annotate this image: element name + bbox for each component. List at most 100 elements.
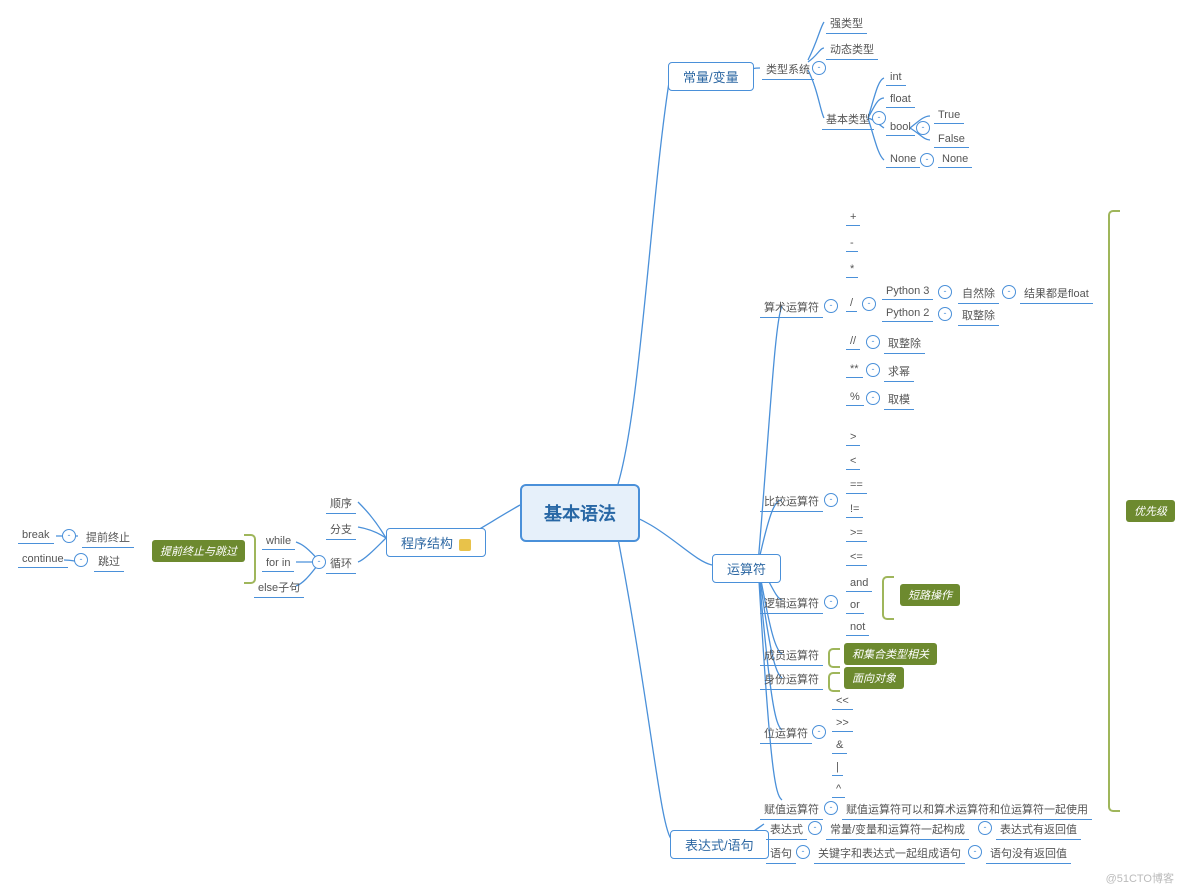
toggle-icon[interactable]: - <box>1002 285 1016 299</box>
toggle-icon[interactable]: - <box>920 153 934 167</box>
node-minus[interactable]: - <box>846 236 858 252</box>
node-floordiv-r[interactable]: 取整除 <box>884 334 925 354</box>
node-and[interactable]: and <box>846 576 872 592</box>
node-member[interactable]: 成员运算符 <box>760 646 823 666</box>
node-break-note[interactable]: 提前终止 <box>82 528 134 548</box>
node-pow[interactable]: ** <box>846 362 863 378</box>
node-py2-floor[interactable]: 取整除 <box>958 306 999 326</box>
node-plus[interactable]: + <box>846 210 860 226</box>
toggle-icon[interactable]: - <box>866 391 880 405</box>
node-pow-r[interactable]: 求幂 <box>884 362 914 382</box>
node-dynamic-type[interactable]: 动态类型 <box>826 40 878 60</box>
node-elsec[interactable]: else子句 <box>254 578 304 598</box>
node-bor[interactable]: | <box>832 760 843 776</box>
node-program-structure[interactable]: 程序结构 <box>386 528 486 557</box>
node-none-2[interactable]: None <box>938 152 972 168</box>
node-true[interactable]: True <box>934 108 964 124</box>
node-break[interactable]: break <box>18 528 54 544</box>
node-stmt-make[interactable]: 关键字和表达式一起组成语句 <box>814 844 965 864</box>
toggle-icon[interactable]: - <box>824 595 838 609</box>
toggle-icon[interactable]: - <box>808 821 822 835</box>
node-eq[interactable]: == <box>846 478 867 494</box>
node-loop[interactable]: 循环 <box>326 554 356 574</box>
node-false[interactable]: False <box>934 132 969 148</box>
node-logic[interactable]: 逻辑运算符 <box>760 594 823 614</box>
toggle-icon[interactable]: - <box>916 121 930 135</box>
toggle-icon[interactable]: - <box>872 111 886 125</box>
toggle-icon[interactable]: - <box>312 555 326 569</box>
node-py2[interactable]: Python 2 <box>882 306 933 322</box>
mindmap-connectors <box>0 0 1184 890</box>
node-mod-r[interactable]: 取模 <box>884 390 914 410</box>
node-int[interactable]: int <box>886 70 906 86</box>
node-bxor[interactable]: ^ <box>832 782 845 798</box>
node-ident[interactable]: 身份运算符 <box>760 670 823 690</box>
node-assign-note[interactable]: 赋值运算符可以和算术运算符和位运算符一起使用 <box>842 800 1092 820</box>
node-stmt[interactable]: 语句 <box>766 844 796 864</box>
toggle-icon[interactable]: - <box>978 821 992 835</box>
toggle-icon[interactable]: - <box>812 61 826 75</box>
node-ge[interactable]: >= <box>846 526 867 542</box>
node-bit[interactable]: 位运算符 <box>760 724 812 744</box>
node-branch[interactable]: 分支 <box>326 520 356 540</box>
node-shr[interactable]: >> <box>832 716 853 732</box>
node-bool[interactable]: bool <box>886 120 915 136</box>
node-expr-stmt[interactable]: 表达式/语句 <box>670 830 769 859</box>
node-const-var[interactable]: 常量/变量 <box>668 62 754 91</box>
node-while[interactable]: while <box>262 534 295 550</box>
node-cmp[interactable]: 比较运算符 <box>760 492 823 512</box>
toggle-icon[interactable]: - <box>862 297 876 311</box>
tag-short-circuit[interactable]: 短路操作 <box>900 584 960 606</box>
tag-member-note[interactable]: 和集合类型相关 <box>844 643 937 665</box>
node-lt[interactable]: < <box>846 454 860 470</box>
node-or[interactable]: or <box>846 598 864 614</box>
node-natural-div[interactable]: 自然除 <box>958 284 999 304</box>
toggle-icon[interactable]: - <box>812 725 826 739</box>
node-floordiv[interactable]: // <box>846 334 860 350</box>
toggle-icon[interactable]: - <box>938 285 952 299</box>
node-ne[interactable]: != <box>846 502 863 518</box>
toggle-icon[interactable]: - <box>824 801 838 815</box>
node-mod[interactable]: % <box>846 390 864 406</box>
toggle-icon[interactable]: - <box>824 299 838 313</box>
toggle-icon[interactable]: - <box>796 845 810 859</box>
node-assign[interactable]: 赋值运算符 <box>760 800 823 820</box>
node-expr-make[interactable]: 常量/变量和运算符一起构成 <box>826 820 969 840</box>
node-div[interactable]: / <box>846 296 857 312</box>
node-forin[interactable]: for in <box>262 556 294 572</box>
node-arith[interactable]: 算术运算符 <box>760 298 823 318</box>
node-py3[interactable]: Python 3 <box>882 284 933 300</box>
node-operators[interactable]: 运算符 <box>712 554 781 583</box>
toggle-icon[interactable]: - <box>824 493 838 507</box>
node-seq[interactable]: 顺序 <box>326 494 356 514</box>
toggle-icon[interactable]: - <box>968 845 982 859</box>
node-continue[interactable]: continue <box>18 552 68 568</box>
node-none[interactable]: None <box>886 152 920 168</box>
toggle-icon[interactable]: - <box>74 553 88 567</box>
node-gt[interactable]: > <box>846 430 860 446</box>
tag-ident-note[interactable]: 面向对象 <box>844 667 904 689</box>
bracket-priority <box>1108 210 1120 812</box>
node-expr-ret[interactable]: 表达式有返回值 <box>996 820 1081 840</box>
toggle-icon[interactable]: - <box>62 529 76 543</box>
node-le[interactable]: <= <box>846 550 867 566</box>
node-expr[interactable]: 表达式 <box>766 820 807 840</box>
node-continue-note[interactable]: 跳过 <box>94 552 124 572</box>
node-band[interactable]: & <box>832 738 847 754</box>
node-stmt-ret[interactable]: 语句没有返回值 <box>986 844 1071 864</box>
tag-priority[interactable]: 优先级 <box>1126 500 1175 522</box>
toggle-icon[interactable]: - <box>938 307 952 321</box>
tag-early-exit[interactable]: 提前终止与跳过 <box>152 540 245 562</box>
node-mul[interactable]: * <box>846 262 858 278</box>
node-strong-type[interactable]: 强类型 <box>826 14 867 34</box>
toggle-icon[interactable]: - <box>866 335 880 349</box>
toggle-icon[interactable]: - <box>866 363 880 377</box>
node-type-system[interactable]: 类型系统 <box>762 60 814 80</box>
node-shl[interactable]: << <box>832 694 853 710</box>
label: 运算符 <box>727 562 766 577</box>
node-not[interactable]: not <box>846 620 869 636</box>
node-float-result[interactable]: 结果都是float <box>1020 284 1093 304</box>
node-basic-type[interactable]: 基本类型 <box>822 110 874 130</box>
node-float[interactable]: float <box>886 92 915 108</box>
root-node[interactable]: 基本语法 <box>520 484 640 542</box>
